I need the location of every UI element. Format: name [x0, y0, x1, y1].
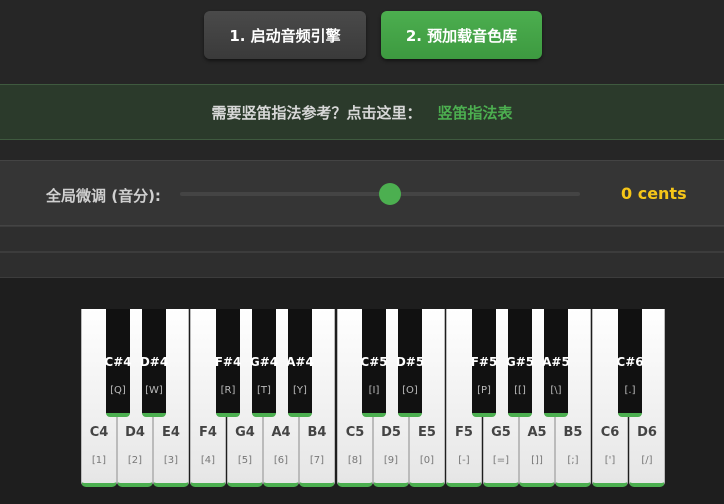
black-key-note: F#5	[470, 355, 498, 369]
black-key-note: C#4	[104, 355, 132, 369]
black-key[interactable]: F#4 [R]	[215, 309, 241, 417]
black-key[interactable]: A#4 [Y]	[286, 309, 314, 417]
black-key-note: A#4	[286, 355, 314, 369]
global-tuning-panel: 全局微调 (音分): 0 cents	[0, 160, 724, 226]
white-key-shortcut: [/]	[641, 455, 653, 466]
black-key-shortcut: [I]	[368, 385, 380, 396]
black-key[interactable]: C#5 [I]	[360, 309, 388, 417]
white-key-note: C6	[600, 425, 620, 440]
black-key[interactable]: F#5 [P]	[471, 309, 497, 417]
black-key-note: D#4	[139, 355, 169, 369]
white-key-note: B5	[563, 425, 583, 440]
white-key-shortcut: [3]	[163, 455, 179, 466]
black-key-shortcut: [O]	[402, 385, 418, 396]
divider-strip	[0, 252, 724, 278]
black-key-note: F#4	[214, 355, 242, 369]
black-key[interactable]: A#5 [\]	[542, 309, 570, 417]
white-key-shortcut: [8]	[347, 455, 363, 466]
black-key-note: C#5	[360, 355, 388, 369]
black-key[interactable]: D#5 [O]	[396, 309, 424, 417]
fingering-banner: 需要竖笛指法参考？点击这里： 竖笛指法表	[0, 84, 724, 140]
white-key-note: B4	[307, 425, 327, 440]
white-key-shortcut: []]	[531, 455, 543, 466]
white-key-note: F5	[455, 425, 473, 440]
white-key-note: E4	[162, 425, 180, 440]
white-key-shortcut: [;]	[567, 455, 579, 466]
white-key-note: E5	[418, 425, 436, 440]
fingering-question: 需要竖笛指法参考？点击这里：	[211, 103, 422, 122]
white-key-note: G5	[491, 425, 511, 440]
white-key-shortcut: [1]	[91, 455, 107, 466]
black-key-shortcut: [[]	[514, 385, 526, 396]
tuning-value: 0 cents	[621, 184, 687, 203]
black-key-shortcut: [.]	[624, 385, 636, 396]
preload-sound-library-button[interactable]: 2. 预加载音色库	[381, 11, 542, 59]
black-key-note: D#5	[395, 355, 425, 369]
top-toolbar: 1. 启动音频引擎 2. 预加载音色库	[0, 0, 724, 84]
start-audio-engine-button[interactable]: 1. 启动音频引擎	[204, 11, 366, 59]
black-key[interactable]: G#4 [T]	[250, 309, 278, 417]
white-key-note: D6	[637, 425, 657, 440]
black-key[interactable]: G#5 [[]	[506, 309, 534, 417]
white-key-shortcut: [4]	[200, 455, 216, 466]
black-key-note: C#6	[616, 355, 644, 369]
fingering-chart-link[interactable]: 竖笛指法表	[438, 102, 513, 123]
white-key-note: C5	[345, 425, 365, 440]
tuning-slider[interactable]	[180, 183, 580, 205]
white-key-note: C4	[89, 425, 109, 440]
white-key-shortcut: [=]	[492, 455, 510, 466]
black-key[interactable]: C#4 [Q]	[104, 309, 132, 417]
black-key-shortcut: [W]	[145, 385, 163, 396]
white-key-note: D4	[125, 425, 145, 440]
black-key[interactable]: D#4 [W]	[140, 309, 168, 417]
white-key-note: G4	[235, 425, 255, 440]
black-key-shortcut: [R]	[220, 385, 236, 396]
tuning-label: 全局微调 (音分):	[46, 187, 161, 205]
black-key[interactable]: C#6 [.]	[616, 309, 644, 417]
black-key-shortcut: [T]	[257, 385, 271, 396]
black-key-shortcut: [P]	[477, 385, 491, 396]
white-key-shortcut: [5]	[237, 455, 253, 466]
black-key-shortcut: [\]	[550, 385, 562, 396]
white-key-shortcut: [7]	[309, 455, 325, 466]
white-key-shortcut: [2]	[127, 455, 143, 466]
white-key-shortcut: [0]	[419, 455, 435, 466]
black-key-note: A#5	[542, 355, 570, 369]
black-key-shortcut: [Y]	[293, 385, 307, 396]
white-key-shortcut: [']	[604, 455, 616, 466]
white-key-shortcut: [6]	[273, 455, 289, 466]
divider-strip	[0, 226, 724, 252]
tuning-slider-thumb[interactable]	[379, 183, 401, 205]
black-key-shortcut: [Q]	[110, 385, 126, 396]
white-key-note: A5	[527, 425, 547, 440]
black-key-note: G#5	[505, 355, 535, 369]
white-key-note: D5	[381, 425, 401, 440]
piano-keyboard: C4 [1] D4 [2] E4 [3] F4 [4] G4 [5] A4 [6] B4 [7] C5 [8]…	[0, 278, 724, 504]
white-key-note: A4	[271, 425, 291, 440]
white-key-shortcut: [9]	[383, 455, 399, 466]
white-key-note: F4	[199, 425, 217, 440]
white-key-shortcut: [-]	[458, 455, 470, 466]
black-key-note: G#4	[249, 355, 279, 369]
